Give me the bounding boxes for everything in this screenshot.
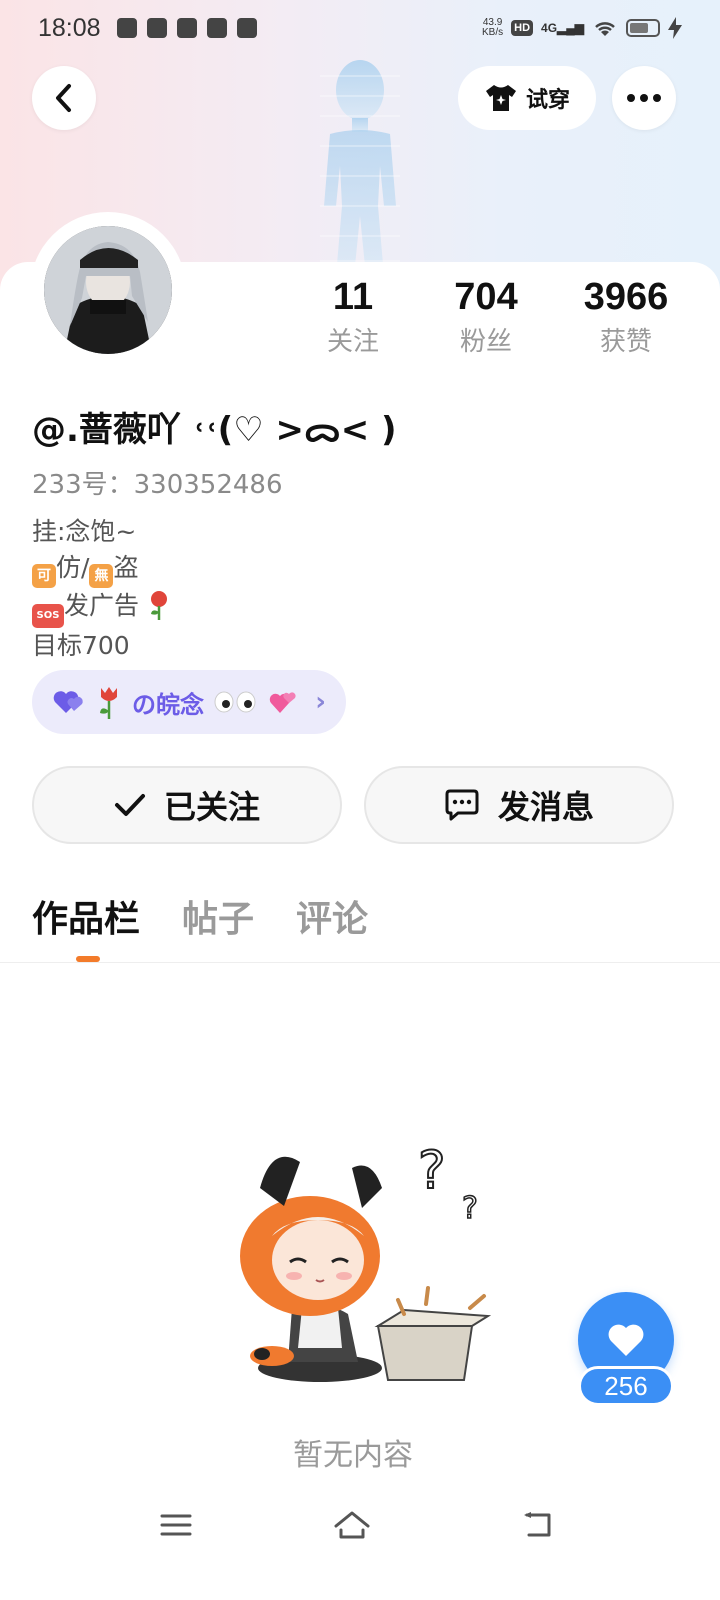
stat-following-count: 11 — [332, 276, 374, 318]
more-dots-icon — [627, 94, 661, 102]
battery-icon — [626, 19, 660, 37]
pink-hearts-icon — [269, 692, 296, 713]
tab-works[interactable]: 作品栏 — [32, 890, 140, 950]
bio-line-2: 可仿/無盗 — [32, 550, 171, 588]
try-on-label: 试穿 — [525, 88, 570, 113]
wifi-icon — [595, 22, 615, 36]
rose-icon — [150, 591, 167, 620]
hd-badge: HD — [511, 20, 534, 36]
ke-emoji-icon: 可 — [32, 564, 56, 588]
nav-menu-button[interactable] — [146, 1500, 206, 1550]
stat-fans[interactable]: 704 粉丝 — [426, 276, 546, 358]
followed-label: 已关注 — [163, 788, 260, 826]
nav-back-button[interactable] — [508, 1500, 568, 1550]
tab-posts[interactable]: 帖子 — [182, 890, 254, 950]
user-id[interactable]: 233号：330352486 — [32, 464, 283, 501]
followed-button[interactable]: 已关注 — [32, 766, 342, 844]
content-tabs: 作品栏 帖子 评论 — [32, 890, 368, 950]
heart-icon — [608, 1324, 644, 1356]
avatar-figure-hologram — [320, 60, 400, 276]
signal-icon: 4G▂▄▆ — [541, 21, 584, 35]
bio-line-4: 目标700 — [32, 631, 130, 660]
back-button[interactable] — [32, 66, 96, 130]
tab-comments[interactable]: 评论 — [296, 890, 368, 950]
sos-emoji-icon: SOS — [32, 604, 64, 628]
menu-icon — [160, 1514, 192, 1536]
send-message-label: 发消息 — [497, 788, 594, 826]
tulip-icon — [100, 687, 117, 719]
stat-following-label: 关注 — [326, 327, 379, 357]
tabs-divider — [0, 962, 720, 963]
chevron-right-icon: › — [315, 687, 326, 717]
app-face-icon — [236, 18, 257, 38]
bio-line-2-text-a: 仿/ — [56, 553, 90, 582]
net-speed: 43.9 KB/s — [482, 18, 503, 38]
more-button[interactable] — [612, 66, 676, 130]
stat-following[interactable]: 11 关注 — [293, 276, 413, 358]
username: @.蔷薇吖 ˓˓(♡ >ᯅ< ) — [32, 410, 397, 450]
bio-line-3-text: 发广告 — [64, 591, 140, 620]
wu-emoji-icon: 無 — [89, 564, 114, 588]
svg-text:?: ? — [462, 1191, 478, 1226]
fan-group-pill[interactable]: の皖念 › — [32, 670, 346, 734]
send-message-button[interactable]: 发消息 — [364, 766, 674, 844]
nav-home-button[interactable] — [322, 1500, 382, 1550]
chevron-left-icon — [56, 84, 71, 112]
bio: 挂:念饱~ 可仿/無盗 SOS 发广告 目标700 — [32, 514, 171, 664]
net-speed-unit: KB/s — [482, 27, 504, 38]
fan-group-label: の皖念 — [132, 690, 204, 719]
play-icon — [176, 18, 197, 38]
cloud-icon — [146, 18, 167, 38]
notification-icons — [116, 18, 257, 38]
avatar[interactable] — [44, 226, 172, 354]
eyes-icon — [214, 691, 256, 713]
status-time: 18:08 — [38, 13, 101, 42]
status-right: 43.9 KB/s HD 4G▂▄▆ — [482, 17, 682, 39]
empty-state-text: 暂无内容 — [293, 1438, 413, 1473]
bio-line-2-text-b: 盗 — [113, 553, 139, 582]
wechat-icon — [116, 18, 137, 38]
purple-hearts-icon — [53, 691, 83, 713]
empty-state-illustration: ? ? — [240, 1140, 492, 1382]
bio-line-3: SOS 发广告 — [32, 588, 171, 628]
stat-fans-count: 704 — [454, 276, 518, 318]
status-bar: 18:08 43.9 KB/s HD 4G▂▄▆ — [0, 0, 720, 56]
home-icon — [334, 1511, 370, 1539]
bio-line-1: 挂:念饱~ — [32, 517, 137, 546]
tshirt-icon — [485, 85, 516, 111]
bag-icon — [206, 18, 227, 38]
signal-label: 4G — [541, 21, 558, 35]
stat-fans-label: 粉丝 — [459, 327, 512, 357]
charging-icon — [668, 17, 682, 39]
chat-bubble-icon — [445, 789, 479, 821]
stat-likes-label: 获赞 — [599, 327, 652, 357]
system-nav-bar — [0, 1500, 720, 1560]
svg-text:?: ? — [418, 1141, 446, 1201]
back-arrow-icon — [524, 1512, 551, 1537]
stat-likes-count: 3966 — [583, 276, 669, 318]
avatar-ring — [30, 212, 186, 368]
profile-stats: 11 关注 704 粉丝 3966 获赞 — [300, 276, 700, 366]
checkmark-icon — [114, 794, 145, 816]
try-on-button[interactable]: 试穿 — [458, 66, 596, 130]
avatar-image — [44, 226, 172, 354]
like-count-badge: 256 — [578, 1366, 674, 1406]
stat-likes[interactable]: 3966 获赞 — [566, 276, 686, 358]
